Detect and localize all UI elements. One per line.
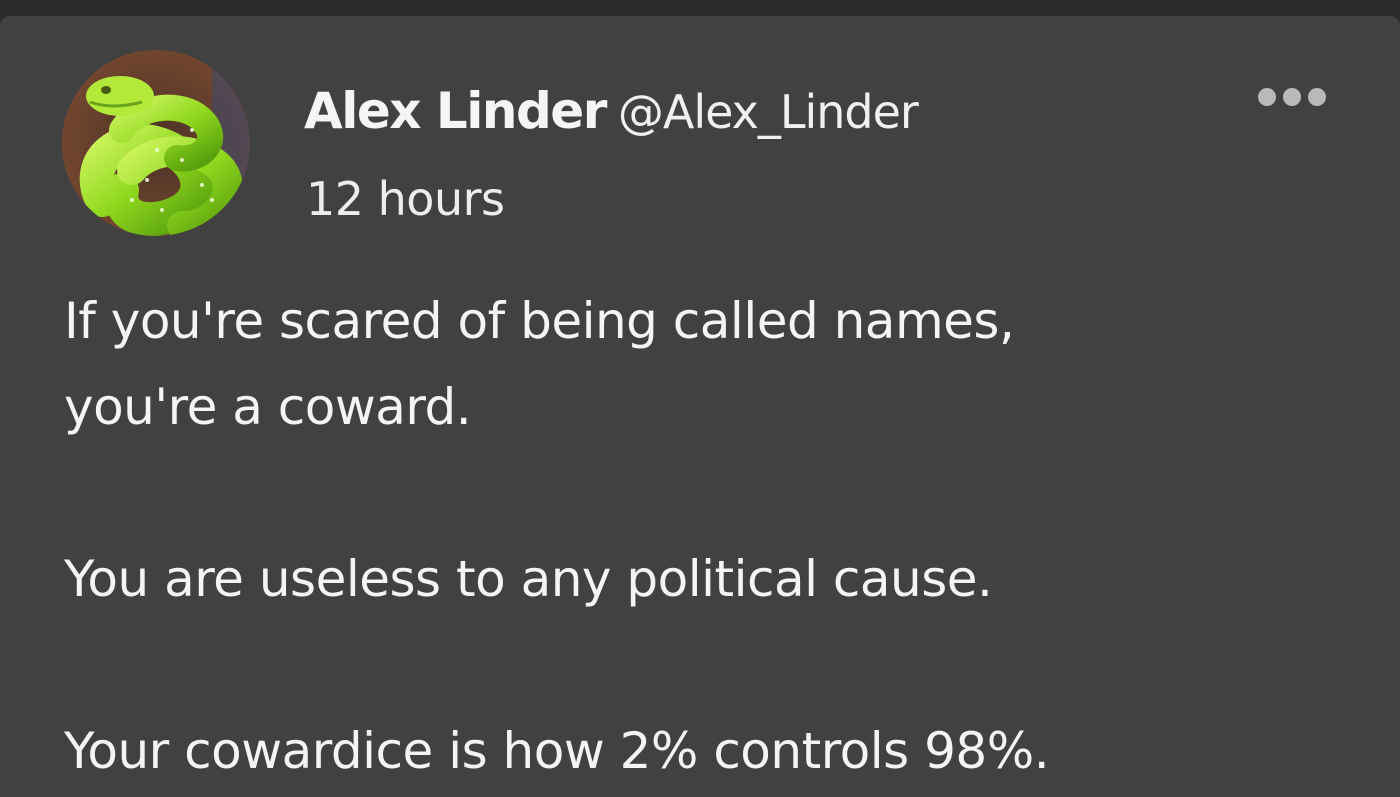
green-snake-avatar-icon (62, 50, 250, 236)
tweet-paragraph-1: If you're scared of being called names, … (64, 278, 1364, 450)
tweet-body: If you're scared of being called names, … (64, 278, 1364, 794)
more-options-button[interactable] (1252, 82, 1332, 112)
more-dots-icon (1258, 88, 1326, 106)
author-display-name[interactable]: Alex Linder (304, 82, 607, 140)
tweet-card[interactable]: Alex Linder @Alex_Linder 12 hours If you'… (0, 16, 1400, 797)
author-handle[interactable]: @Alex_Linder (618, 85, 919, 139)
tweet-paragraph-2: You are useless to any political cause. (64, 550, 993, 608)
tweet-line: you're a coward. (64, 378, 472, 436)
author-name-line: Alex Linder @Alex_Linder (304, 85, 919, 139)
avatar[interactable] (62, 50, 250, 236)
tweet-line: If you're scared of being called names, (64, 292, 1015, 350)
tweet-timestamp[interactable]: 12 hours (306, 176, 505, 222)
tweet-paragraph-3: Your cowardice is how 2% controls 98%. (64, 722, 1050, 780)
